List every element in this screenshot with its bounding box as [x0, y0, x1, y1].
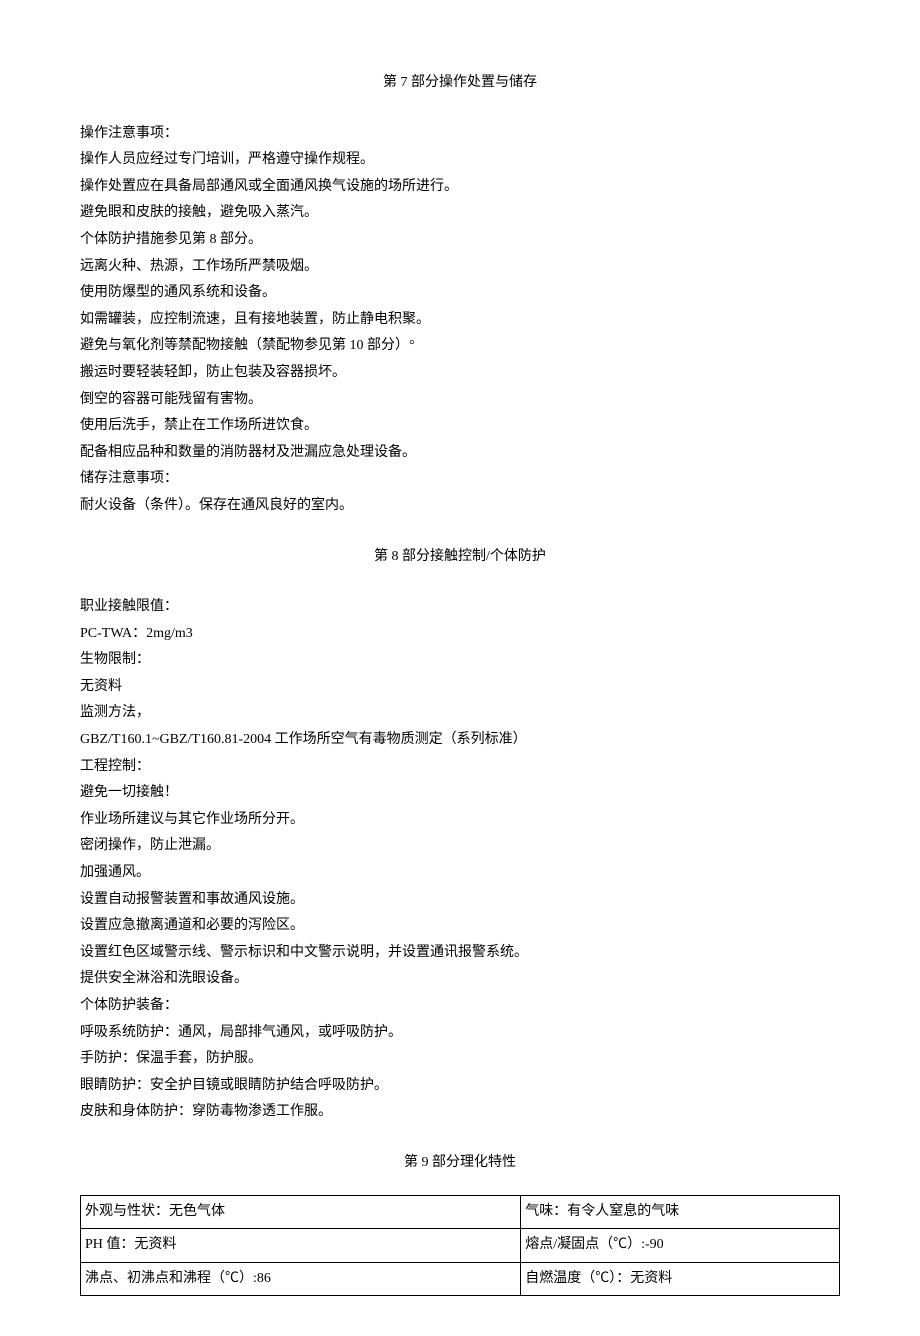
body-line: 生物限制：	[80, 647, 840, 674]
body-line: 工程控制：	[80, 754, 840, 781]
body-line: 设置红色区域警示线、警示标识和中文警示说明，并设置通讯报警系统。	[80, 940, 840, 967]
body-line: 搬运时要轻装轻卸，防止包装及容器损坏。	[80, 360, 840, 387]
table-row: 沸点、初沸点和沸程（℃）:86 自燃温度（℃）：无资料	[81, 1262, 840, 1296]
body-line: 加强通风。	[80, 860, 840, 887]
body-line: 使用后洗手，禁止在工作场所进饮食。	[80, 413, 840, 440]
body-line: 耐火设备（条件）。保存在通风良好的室内。	[80, 493, 840, 520]
table-cell: 自燃温度（℃）：无资料	[521, 1262, 840, 1296]
body-line: 如需罐装，应控制流速，且有接地装置，防止静电积聚。	[80, 307, 840, 334]
properties-table: 外观与性状：无色气体 气味：有令人窒息的气味 PH 值：无资料 熔点/凝固点（℃…	[80, 1195, 840, 1297]
body-line: 皮肤和身体防护：穿防毒物渗透工作服。	[80, 1099, 840, 1126]
body-line: 远离火种、热源，工作场所严禁吸烟。	[80, 254, 840, 281]
body-line: GBZ/T160.1~GBZ/T160.81-2004 工作场所空气有毒物质测定…	[80, 727, 840, 754]
body-line: 无资料	[80, 674, 840, 701]
body-line: 操作处置应在具备局部通风或全面通风换气设施的场所进行。	[80, 174, 840, 201]
body-line: 密闭操作，防止泄漏。	[80, 833, 840, 860]
table-cell: 气味：有令人窒息的气味	[521, 1195, 840, 1229]
body-line: 配备相应品种和数量的消防器材及泄漏应急处理设备。	[80, 440, 840, 467]
body-line: 眼睛防护：安全护目镜或眼睛防护结合呼吸防护。	[80, 1073, 840, 1100]
section-7-title: 第 7 部分操作处置与储存	[80, 70, 840, 97]
body-line: 储存注意事项：	[80, 466, 840, 493]
body-line: 监测方法，	[80, 700, 840, 727]
section-8-title: 第 8 部分接触控制/个体防护	[80, 544, 840, 571]
body-line: 设置自动报警装置和事故通风设施。	[80, 887, 840, 914]
body-line: 手防护：保温手套，防护服。	[80, 1046, 840, 1073]
body-line: 使用防爆型的通风系统和设备。	[80, 280, 840, 307]
body-line: 个体防护装备：	[80, 993, 840, 1020]
body-line: 个体防护措施参见第 8 部分。	[80, 227, 840, 254]
body-line: 倒空的容器可能残留有害物。	[80, 387, 840, 414]
table-cell: 外观与性状：无色气体	[81, 1195, 521, 1229]
body-line: 避免眼和皮肤的接触，避免吸入蒸汽。	[80, 200, 840, 227]
body-line: PC-TWA：2mg/m3	[80, 621, 840, 648]
body-line: 作业场所建议与其它作业场所分开。	[80, 807, 840, 834]
body-line: 提供安全淋浴和洗眼设备。	[80, 966, 840, 993]
body-line: 避免一切接触！	[80, 780, 840, 807]
table-cell: 熔点/凝固点（℃）:-90	[521, 1229, 840, 1263]
table-cell: PH 值：无资料	[81, 1229, 521, 1263]
table-row: 外观与性状：无色气体 气味：有令人窒息的气味	[81, 1195, 840, 1229]
body-line: 设置应急撤离通道和必要的泻险区。	[80, 913, 840, 940]
body-line: 操作注意事项：	[80, 121, 840, 148]
body-line: 呼吸系统防护：通风，局部排气通风，或呼吸防护。	[80, 1020, 840, 1047]
body-line: 职业接触限值：	[80, 594, 840, 621]
body-line: 操作人员应经过专门培训，严格遵守操作规程。	[80, 147, 840, 174]
section-7-body: 操作注意事项： 操作人员应经过专门培训，严格遵守操作规程。 操作处置应在具备局部…	[80, 121, 840, 520]
table-cell: 沸点、初沸点和沸程（℃）:86	[81, 1262, 521, 1296]
section-8-body: 职业接触限值： PC-TWA：2mg/m3 生物限制： 无资料 监测方法， GB…	[80, 594, 840, 1126]
table-row: PH 值：无资料 熔点/凝固点（℃）:-90	[81, 1229, 840, 1263]
body-line: 避免与氧化剂等禁配物接触（禁配物参见第 10 部分）°	[80, 333, 840, 360]
section-9-title: 第 9 部分理化特性	[80, 1150, 840, 1177]
